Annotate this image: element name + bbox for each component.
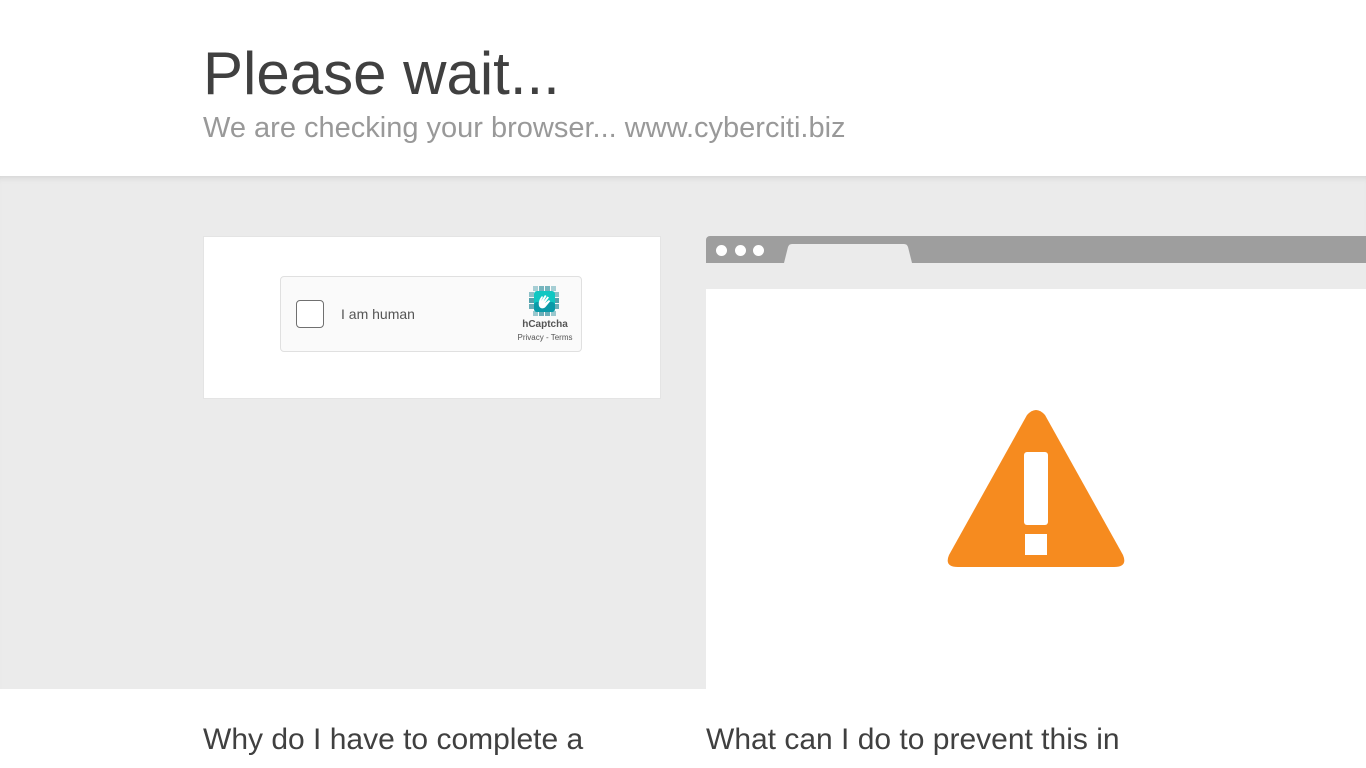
hcaptcha-widget[interactable]: I am human hCaptcha Privacy - Terms — [280, 276, 582, 352]
page-header: Please wait... We are checking your brow… — [0, 0, 1366, 176]
hcaptcha-brand: hCaptcha — [522, 319, 568, 330]
captcha-label[interactable]: I am human — [341, 305, 415, 323]
captcha-checkbox[interactable] — [296, 300, 324, 328]
privacy-link[interactable]: Privacy — [518, 333, 544, 342]
window-dot-icon — [753, 245, 764, 256]
hcaptcha-logo-icon — [529, 286, 559, 316]
window-dot-icon — [735, 245, 746, 256]
browser-illustration — [706, 236, 1366, 689]
link-separator: - — [543, 333, 551, 342]
faq-prevent-heading: What can I do to prevent this in — [706, 723, 1120, 756]
hcaptcha-links: Privacy - Terms — [507, 333, 583, 343]
page-subtitle: We are checking your browser... www.cybe… — [203, 112, 846, 144]
browser-content — [706, 289, 1366, 689]
warning-icon — [947, 410, 1125, 567]
window-dot-icon — [716, 245, 727, 256]
terms-link[interactable]: Terms — [551, 333, 573, 342]
browser-title-bar — [706, 236, 1366, 263]
browser-toolbar — [706, 263, 1366, 289]
page-title: Please wait... — [203, 40, 560, 107]
browser-tab-shape — [784, 244, 912, 263]
faq-why-heading: Why do I have to complete a — [203, 723, 584, 756]
